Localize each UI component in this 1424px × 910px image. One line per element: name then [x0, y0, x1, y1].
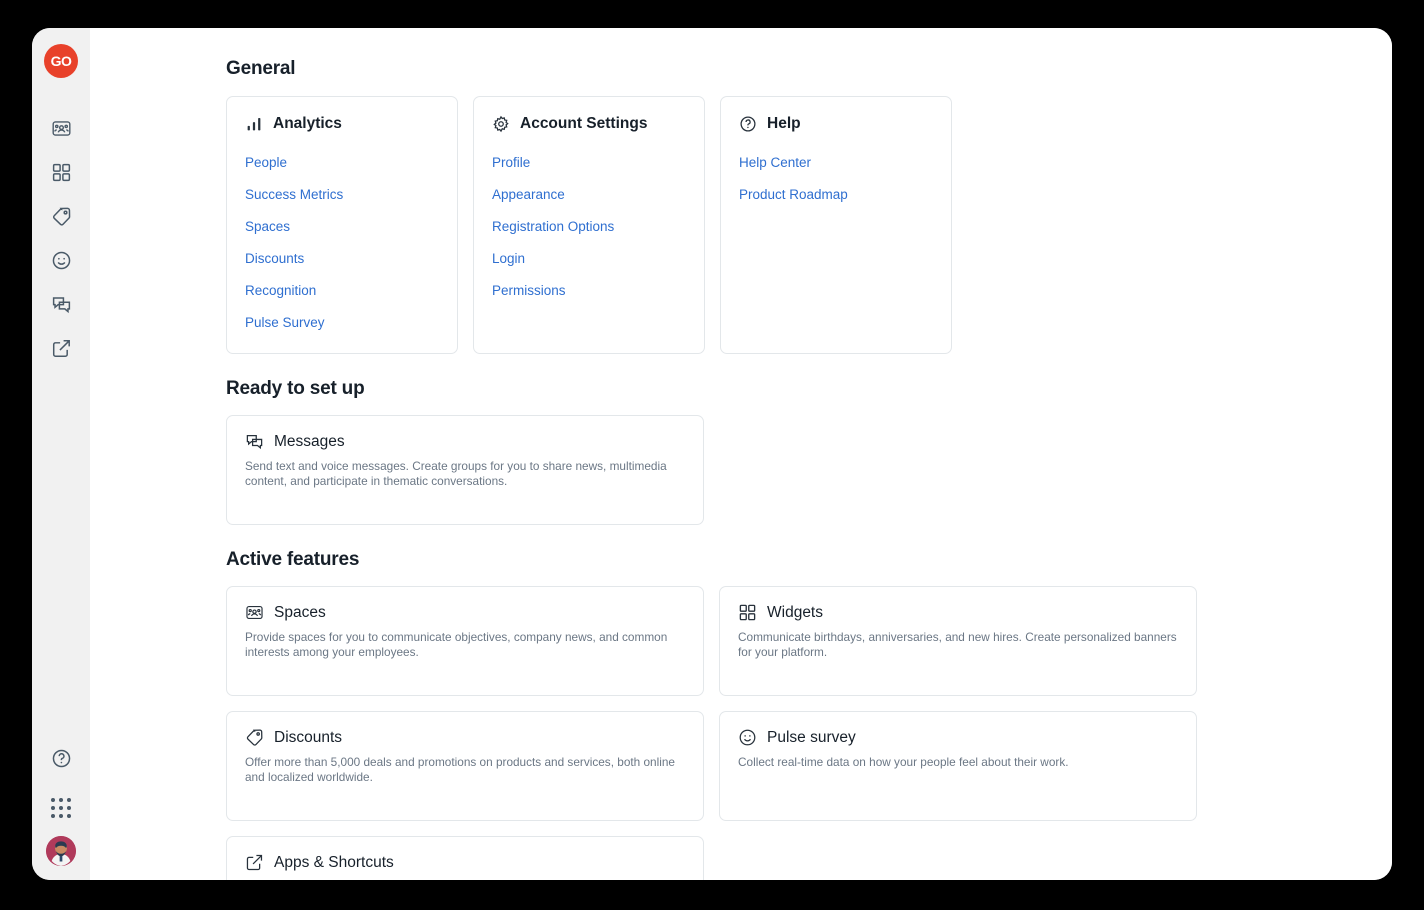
app-launcher-button[interactable]	[39, 786, 83, 830]
card-description: Offer more than 5,000 deals and promotio…	[245, 755, 675, 784]
sidebar-item-spaces[interactable]	[39, 106, 83, 150]
link-recognition[interactable]: Recognition	[245, 275, 439, 307]
avatar-icon	[46, 836, 76, 866]
card-title: Analytics	[273, 115, 342, 132]
card-description: Communicate birthdays, anniversaries, an…	[738, 630, 1177, 659]
link-success-metrics[interactable]: Success Metrics	[245, 179, 439, 211]
card-description: Provide spaces for you to communicate ob…	[245, 630, 668, 659]
dots-grid-icon	[51, 798, 71, 818]
app-window: GO General Analytics People Success Metr…	[32, 28, 1392, 880]
card-header: Help	[739, 115, 933, 133]
main-content: General Analytics People Success Metrics…	[90, 28, 1392, 880]
link-login[interactable]: Login	[492, 243, 686, 275]
question-circle-icon	[739, 115, 757, 133]
sidebar-item-apps-shortcuts[interactable]	[39, 326, 83, 370]
card-discounts[interactable]: Discounts Offer more than 5,000 deals an…	[226, 711, 704, 821]
card-title: Widgets	[767, 603, 823, 621]
card-header: Widgets	[738, 603, 1178, 622]
sidebar: GO	[32, 28, 90, 880]
card-apps-shortcuts[interactable]: Apps & Shortcuts	[226, 836, 704, 880]
link-spaces[interactable]: Spaces	[245, 211, 439, 243]
tag-icon	[245, 728, 264, 747]
sidebar-item-pulse-survey[interactable]	[39, 238, 83, 282]
card-header: Messages	[245, 432, 685, 451]
card-analytics: Analytics People Success Metrics Spaces …	[226, 96, 458, 354]
avatar[interactable]	[46, 836, 76, 866]
bar-chart-icon	[245, 115, 263, 133]
link-people[interactable]: People	[245, 147, 439, 179]
grid-squares-icon	[738, 603, 757, 622]
grid-squares-icon	[51, 162, 72, 183]
chat-bubbles-icon	[245, 432, 264, 451]
smiley-icon	[51, 250, 72, 271]
link-profile[interactable]: Profile	[492, 147, 686, 179]
external-link-icon	[245, 853, 264, 872]
sidebar-bottom-group	[39, 736, 83, 880]
card-messages[interactable]: Messages Send text and voice messages. C…	[226, 415, 704, 525]
card-title: Account Settings	[520, 115, 648, 132]
gear-icon	[492, 115, 510, 133]
link-pulse-survey[interactable]: Pulse Survey	[245, 307, 439, 339]
section-heading: Ready to set up	[226, 378, 365, 399]
link-help-center[interactable]: Help Center	[739, 147, 933, 179]
general-cards-row: Analytics People Success Metrics Spaces …	[226, 96, 1392, 354]
sidebar-item-widgets[interactable]	[39, 150, 83, 194]
card-link-list: Help Center Product Roadmap	[739, 147, 933, 211]
card-title: Discounts	[274, 728, 343, 746]
card-title: Messages	[274, 432, 345, 450]
card-header: Pulse survey	[738, 728, 1178, 747]
brand-logo[interactable]: GO	[44, 44, 78, 78]
card-account-settings: Account Settings Profile Appearance Regi…	[473, 96, 705, 354]
card-title: Pulse survey	[767, 728, 856, 746]
link-registration-options[interactable]: Registration Options	[492, 211, 686, 243]
card-link-list: Profile Appearance Registration Options …	[492, 147, 686, 307]
page-title: General	[226, 58, 296, 79]
section-heading: Active features	[226, 549, 360, 570]
card-header: Analytics	[245, 115, 439, 133]
card-header: Account Settings	[492, 115, 686, 133]
people-card-icon	[51, 118, 72, 139]
card-title: Apps & Shortcuts	[274, 853, 394, 871]
card-header: Discounts	[245, 728, 685, 747]
link-discounts[interactable]: Discounts	[245, 243, 439, 275]
active-features-grid: Spaces Provide spaces for you to communi…	[226, 586, 1392, 880]
link-product-roadmap[interactable]: Product Roadmap	[739, 179, 933, 211]
smiley-icon	[738, 728, 757, 747]
external-link-icon	[51, 338, 72, 359]
link-permissions[interactable]: Permissions	[492, 275, 686, 307]
card-help: Help Help Center Product Roadmap	[720, 96, 952, 354]
link-appearance[interactable]: Appearance	[492, 179, 686, 211]
sidebar-item-messages[interactable]	[39, 282, 83, 326]
chat-bubbles-icon	[51, 294, 72, 315]
card-spaces[interactable]: Spaces Provide spaces for you to communi…	[226, 586, 704, 696]
section-active-features: Active features Spaces Provide spaces fo…	[226, 549, 1392, 880]
sidebar-item-help[interactable]	[39, 736, 83, 780]
section-ready-to-set-up: Ready to set up Messages Send text and v…	[226, 378, 1392, 525]
card-title: Spaces	[274, 603, 326, 621]
question-circle-icon	[51, 748, 72, 769]
card-pulse-survey[interactable]: Pulse survey Collect real-time data on h…	[719, 711, 1197, 821]
sidebar-item-discounts[interactable]	[39, 194, 83, 238]
card-description: Collect real-time data on how your peopl…	[738, 755, 1069, 769]
card-title: Help	[767, 115, 801, 132]
brand-logo-text: GO	[50, 53, 72, 69]
card-header: Spaces	[245, 603, 685, 622]
people-card-icon	[245, 603, 264, 622]
card-description: Send text and voice messages. Create gro…	[245, 459, 667, 488]
card-link-list: People Success Metrics Spaces Discounts …	[245, 147, 439, 339]
tag-icon	[51, 206, 72, 227]
card-header: Apps & Shortcuts	[245, 853, 685, 872]
card-widgets[interactable]: Widgets Communicate birthdays, anniversa…	[719, 586, 1197, 696]
